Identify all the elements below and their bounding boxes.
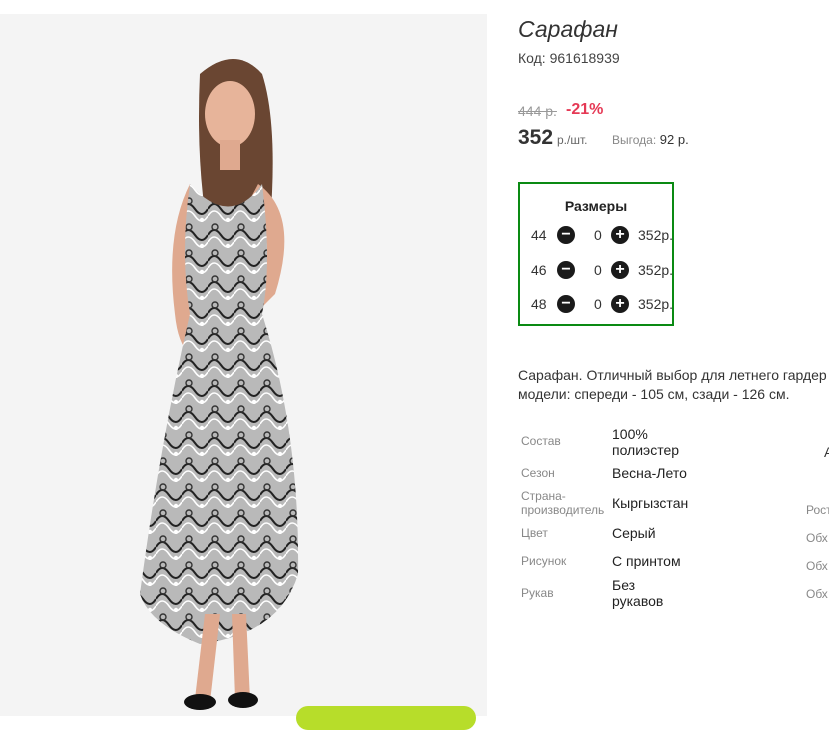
attr-label-pattern: Рисунок: [521, 554, 567, 568]
savings: Выгода: 92 р.: [612, 132, 689, 147]
size-price: 352р.: [638, 262, 674, 278]
size-chart-label-hips: Обх: [806, 587, 828, 601]
product-title: Сарафан: [518, 16, 618, 42]
attr-label-season: Сезон: [521, 466, 555, 480]
size-label: 48: [531, 296, 547, 312]
plus-circle-icon[interactable]: +: [611, 295, 629, 313]
minus-circle-icon[interactable]: −: [557, 261, 575, 279]
attr-value-pattern: С принтом: [612, 553, 681, 569]
description-line: модели: спереди - 105 см, сзади - 126 см…: [518, 386, 790, 402]
old-price: 444 р.: [518, 103, 557, 119]
attr-value-line: 100%: [612, 426, 648, 442]
plus-circle-icon[interactable]: +: [611, 261, 629, 279]
size-price: 352р.: [638, 227, 674, 243]
size-row-48: 48 − 0 + 352р.: [531, 294, 674, 314]
sizes-selector: Размеры 44 − 0 + 352р. 46 − 0 + 352р. 48…: [518, 182, 674, 326]
attr-value-line: полиэстер: [612, 442, 680, 458]
product-code: Код: 961618939: [518, 50, 620, 66]
attr-value-country: Кыргызстан: [612, 495, 689, 511]
size-price: 352р.: [638, 296, 674, 312]
price-unit: р./шт.: [557, 133, 588, 147]
savings-value: 92 р.: [659, 132, 689, 147]
attr-value-sleeve: Без рукавов: [612, 577, 663, 609]
attr-label-sleeve: Рукав: [521, 586, 554, 600]
product-photo[interactable]: [0, 14, 487, 716]
size-quantity: 0: [594, 296, 602, 312]
current-price: 352: [518, 126, 554, 149]
attr-value-line: Без: [612, 577, 636, 593]
size-chart-label-waist: Обх: [806, 559, 828, 573]
plus-circle-icon[interactable]: +: [611, 226, 629, 244]
attr-value-season: Весна-Лето: [612, 465, 687, 481]
sizes-title: Размеры: [564, 198, 628, 214]
size-quantity: 0: [594, 227, 602, 243]
size-row-46: 46 − 0 + 352р.: [531, 260, 674, 280]
size-label: 46: [531, 262, 547, 278]
attr-label-line: производитель: [521, 503, 605, 517]
model-illustration: [140, 59, 299, 710]
attr-value-color: Серый: [612, 525, 656, 541]
attr-label-line: Страна-: [521, 489, 566, 503]
buy-button[interactable]: [296, 706, 476, 730]
minus-circle-icon[interactable]: −: [557, 295, 575, 313]
size-label: 44: [531, 227, 547, 243]
attr-label-country: Страна- производитель: [521, 489, 604, 517]
attr-value-line: рукавов: [612, 593, 664, 609]
discount-badge: -21%: [566, 101, 604, 118]
size-chart-label-height: Рост: [806, 503, 829, 517]
size-chart-header-cut: А: [824, 444, 829, 460]
attr-value-composition: 100% полиэстер: [612, 426, 679, 458]
size-quantity: 0: [594, 262, 602, 278]
minus-circle-icon[interactable]: −: [557, 226, 575, 244]
size-chart-label-chest: Обх: [806, 531, 828, 545]
product-description: Сарафан. Отличный выбор для летнего гард…: [518, 366, 829, 404]
description-line: Сарафан. Отличный выбор для летнего гард…: [518, 367, 827, 383]
savings-label: Выгода:: [612, 133, 657, 147]
attr-label-color: Цвет: [521, 526, 548, 540]
attr-label-composition: Состав: [521, 434, 561, 448]
size-row-44: 44 − 0 + 352р.: [531, 225, 674, 245]
